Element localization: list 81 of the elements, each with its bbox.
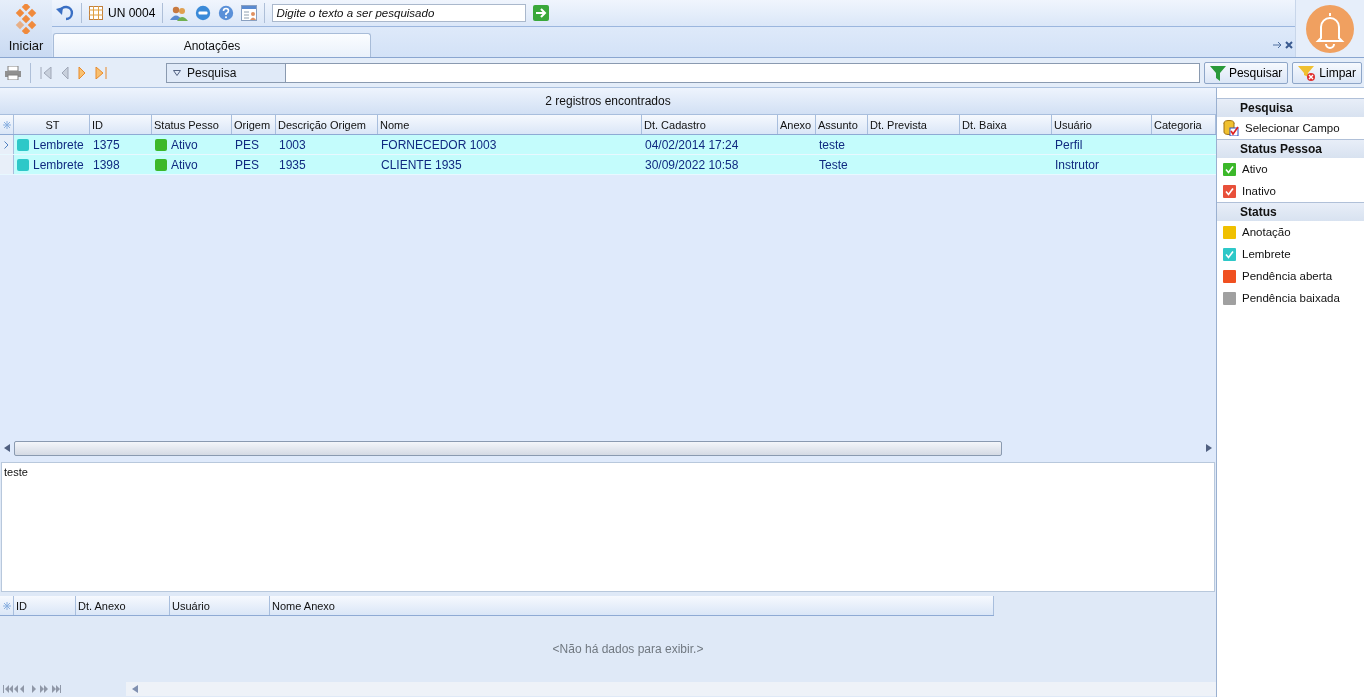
- column-header[interactable]: Nome Anexo: [270, 596, 994, 615]
- table-cell: 1375: [93, 137, 120, 152]
- tab[interactable]: Anotações: [53, 33, 371, 57]
- go-arrow-icon[interactable]: [533, 5, 550, 21]
- people-icon[interactable]: [170, 5, 189, 21]
- funnel-icon: [1209, 64, 1226, 81]
- panel-header: Status: [1217, 202, 1364, 221]
- column-header[interactable]: Nome: [378, 115, 642, 134]
- calendar-grid-icon: [89, 6, 103, 20]
- column-header[interactable]: Usuário: [170, 596, 270, 615]
- column-header[interactable]: ID: [14, 596, 76, 615]
- last-record-icon[interactable]: [95, 66, 107, 79]
- column-header[interactable]: ID: [90, 115, 152, 134]
- profile-card-icon[interactable]: [241, 5, 258, 21]
- undo-icon[interactable]: [56, 5, 74, 21]
- table-cell: Ativo: [171, 137, 198, 152]
- search-button[interactable]: Pesquisar: [1203, 61, 1289, 84]
- table-cell: 1398: [93, 157, 120, 172]
- table-cell: 1003: [279, 137, 306, 152]
- help-icon[interactable]: [218, 5, 235, 21]
- close-icon[interactable]: [1285, 41, 1293, 49]
- legend-item[interactable]: Lembrete: [1217, 243, 1364, 265]
- table-cell: Perfil: [1055, 137, 1083, 152]
- table-cell: 1935: [279, 157, 306, 172]
- row-indicator[interactable]: [0, 155, 14, 174]
- first-record-icon[interactable]: [40, 66, 52, 79]
- print-icon[interactable]: [5, 65, 21, 80]
- column-header[interactable]: ST: [14, 115, 90, 134]
- horizontal-scrollbar[interactable]: [126, 682, 1216, 696]
- table-cell: Instrutor: [1055, 157, 1099, 172]
- column-header[interactable]: Descrição Origem: [276, 115, 378, 134]
- table-cell: 04/02/2014 17:24: [645, 137, 739, 152]
- scroll-left-icon[interactable]: [132, 685, 138, 693]
- column-header[interactable]: Anexo: [778, 115, 816, 134]
- column-header[interactable]: Categoria: [1152, 115, 1216, 134]
- scroll-right-icon[interactable]: [1206, 444, 1212, 452]
- table-cell: CLIENTE 1935: [381, 157, 462, 172]
- column-header[interactable]: Usuário: [1052, 115, 1152, 134]
- table-cell: teste: [819, 137, 845, 152]
- column-header[interactable]: Assunto: [816, 115, 868, 134]
- pin-arrow-icon[interactable]: [1273, 41, 1283, 49]
- column-header[interactable]: Dt. Prevista: [868, 115, 960, 134]
- panel-header: Pesquisa: [1217, 98, 1364, 117]
- bell-icon[interactable]: [1306, 4, 1354, 53]
- legend-item[interactable]: Pendência baixada: [1217, 287, 1364, 309]
- search-field[interactable]: Digite o texto a ser pesquisado: [272, 4, 527, 22]
- table-cell: 30/09/2022 10:58: [645, 157, 739, 172]
- next-record-icon[interactable]: [78, 66, 86, 79]
- column-header[interactable]: Dt. Baixa: [960, 115, 1052, 134]
- record-count: 2 registros encontrados: [0, 88, 1216, 115]
- panel-header: Status Pessoa: [1217, 139, 1364, 158]
- column-header[interactable]: Status Pesso: [152, 115, 232, 134]
- previous-record-icon[interactable]: [61, 66, 69, 79]
- legend-item[interactable]: Pendência aberta: [1217, 265, 1364, 287]
- empty-message: <Não há dados para exibir.>: [551, 640, 705, 658]
- table-cell: Teste: [819, 157, 848, 172]
- filter-field[interactable]: Pesquisa: [166, 62, 1200, 83]
- legend-item[interactable]: Selecionar Campo: [1217, 117, 1364, 139]
- dropdown-triangle-icon: [173, 69, 181, 76]
- table-cell: PES: [235, 137, 259, 152]
- unit-button[interactable]: UN 0004: [89, 6, 156, 20]
- legend-item[interactable]: Inativo: [1217, 180, 1364, 202]
- note-text: teste: [1, 462, 1215, 592]
- row-pointer-icon: [4, 140, 9, 149]
- table-cell: PES: [235, 157, 259, 172]
- column-header[interactable]: Dt. Anexo: [76, 596, 170, 615]
- database-check-icon: [1223, 120, 1239, 136]
- table-cell: Ativo: [171, 157, 198, 172]
- column-header[interactable]: Origem: [232, 115, 276, 134]
- minus-circle-icon[interactable]: [195, 5, 212, 21]
- row-indicator[interactable]: [0, 135, 14, 154]
- scroll-left-icon[interactable]: [4, 444, 10, 452]
- legend-item[interactable]: Anotação: [1217, 221, 1364, 243]
- table-cell: Lembrete: [33, 137, 84, 152]
- table-cell: FORNECEDOR 1003: [381, 137, 497, 152]
- clear-button[interactable]: Limpar: [1292, 61, 1362, 84]
- table-cell: Lembrete: [33, 157, 84, 172]
- column-header[interactable]: Dt. Cadastro: [642, 115, 778, 134]
- legend-item[interactable]: Ativo: [1217, 158, 1364, 180]
- funnel-clear-icon: [1298, 64, 1317, 81]
- horizontal-scrollbar[interactable]: [4, 440, 1212, 456]
